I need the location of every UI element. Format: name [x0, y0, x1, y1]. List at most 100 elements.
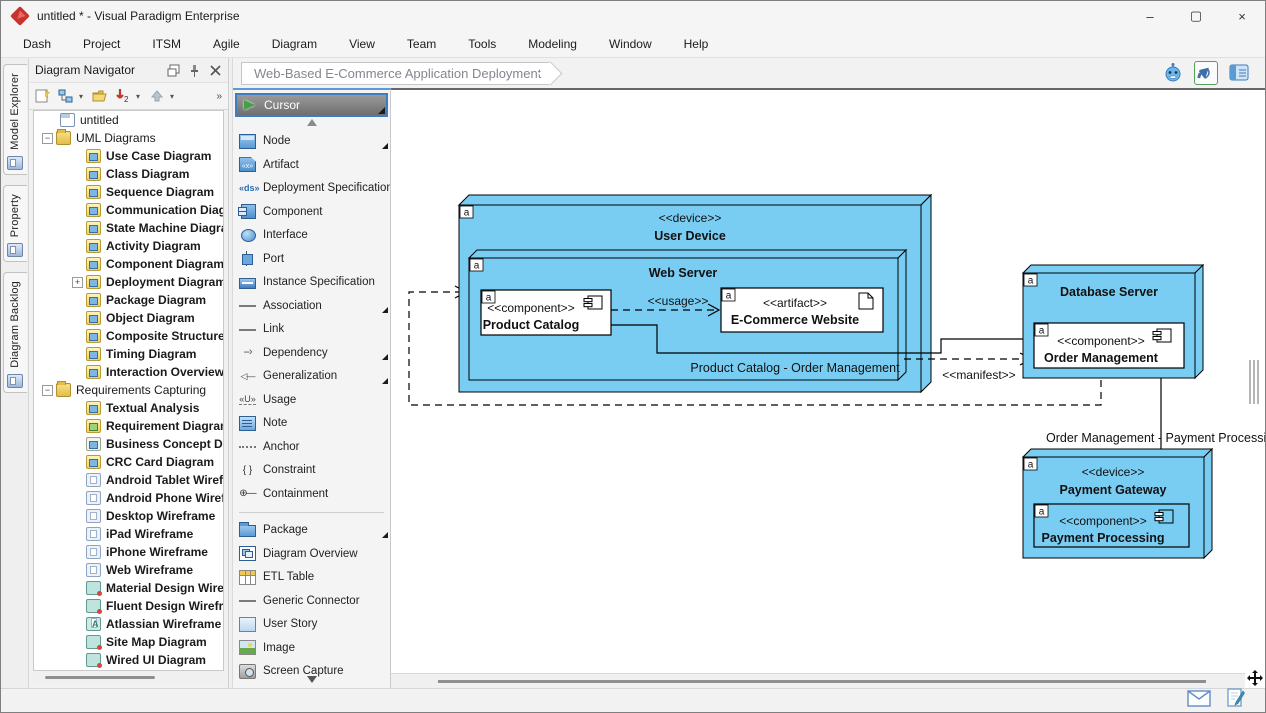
- tree-item[interactable]: Web Wireframe: [34, 561, 223, 579]
- palette-item[interactable]: Usage: [233, 388, 390, 412]
- tree-item[interactable]: CRC Card Diagram: [34, 453, 223, 471]
- artifact-ecommerce-website[interactable]: a <<artifact>> E-Commerce Website: [721, 288, 883, 332]
- palette-item-cursor[interactable]: Cursor: [235, 93, 388, 117]
- palette-item[interactable]: Screen Capture: [233, 660, 390, 684]
- new-diagram-icon[interactable]: [33, 86, 53, 106]
- tree-item[interactable]: Desktop Wireframe: [34, 507, 223, 525]
- tree-expander[interactable]: [42, 385, 53, 396]
- tree-item[interactable]: Communication Diagra: [34, 201, 223, 219]
- palette-item[interactable]: Generalization: [233, 364, 390, 388]
- palette-item[interactable]: Association: [233, 294, 390, 318]
- tree-expander[interactable]: [42, 133, 53, 144]
- tree-item[interactable]: Deployment Diagram: [34, 273, 223, 291]
- float-window-icon[interactable]: [167, 64, 180, 77]
- menu-item[interactable]: Team: [391, 33, 452, 55]
- tree-item[interactable]: Wired UI Diagram: [34, 651, 223, 669]
- tree-item[interactable]: UML Diagrams: [34, 129, 223, 147]
- side-tab[interactable]: Property: [3, 185, 27, 262]
- tree-item[interactable]: Package Diagram: [34, 291, 223, 309]
- menu-item[interactable]: Window: [593, 33, 668, 55]
- diagram-canvas[interactable]: a <<device>> User Device: [391, 88, 1265, 688]
- edit-document-icon[interactable]: [1225, 687, 1247, 713]
- canvas-horizontal-scrollbar[interactable]: [391, 673, 1245, 688]
- tree-item[interactable]: Class Diagram: [34, 165, 223, 183]
- menu-item[interactable]: Help: [668, 33, 725, 55]
- palette-item[interactable]: Generic Connector: [233, 589, 390, 613]
- palette-scroll-up[interactable]: [233, 117, 390, 130]
- palette-item[interactable]: Package: [233, 519, 390, 543]
- palette-item[interactable]: Dependency: [233, 341, 390, 365]
- menu-item[interactable]: Agile: [197, 33, 256, 55]
- sort-icon[interactable]: 2: [113, 86, 133, 106]
- tree-item[interactable]: iPhone Wireframe: [34, 543, 223, 561]
- scrollbar-thumb[interactable]: [45, 676, 155, 679]
- tree-item[interactable]: Interaction Overview: [34, 363, 223, 381]
- component-product-catalog[interactable]: a <<component>> Product Catalog: [481, 290, 611, 335]
- palette-item[interactable]: Image: [233, 636, 390, 660]
- mail-icon[interactable]: [1187, 690, 1211, 712]
- menu-item[interactable]: View: [333, 33, 391, 55]
- close-button[interactable]: ×: [1219, 1, 1265, 31]
- tree-horizontal-scrollbar[interactable]: [33, 671, 224, 684]
- tree-item[interactable]: Android Phone Wirefra: [34, 489, 223, 507]
- pin-icon[interactable]: [188, 64, 201, 77]
- layout-panels-icon[interactable]: [1227, 61, 1251, 85]
- palette-item[interactable]: Port: [233, 247, 390, 271]
- tree-item[interactable]: Fluent Design Wirefra: [34, 597, 223, 615]
- tree-item[interactable]: Use Case Diagram: [34, 147, 223, 165]
- palette-item[interactable]: ETL Table: [233, 566, 390, 590]
- tree-item[interactable]: Object Diagram: [34, 309, 223, 327]
- component-order-management[interactable]: a <<component>> Order Management: [1034, 323, 1184, 368]
- menu-item[interactable]: Diagram: [256, 33, 333, 55]
- palette-item[interactable]: Note: [233, 412, 390, 436]
- model-structure-icon[interactable]: [56, 86, 76, 106]
- palette-item[interactable]: Constraint: [233, 459, 390, 483]
- tree-item[interactable]: Textual Analysis: [34, 399, 223, 417]
- tree-item[interactable]: Component Diagram: [34, 255, 223, 273]
- palette-item[interactable]: Interface: [233, 223, 390, 247]
- tree-item[interactable]: Business Concept Diag: [34, 435, 223, 453]
- palette-item[interactable]: Diagram Overview: [233, 542, 390, 566]
- palette-item[interactable]: Node: [233, 129, 390, 153]
- close-icon[interactable]: [209, 64, 222, 77]
- navigate-up-icon[interactable]: [147, 86, 167, 106]
- open-folder-icon[interactable]: [90, 86, 110, 106]
- menu-item[interactable]: Tools: [452, 33, 512, 55]
- pan-tool-icon[interactable]: [1245, 668, 1265, 688]
- tree-item[interactable]: Timing Diagram: [34, 345, 223, 363]
- palette-item[interactable]: Anchor: [233, 435, 390, 459]
- dropdown-caret[interactable]: ▾: [136, 92, 144, 101]
- tree-expander[interactable]: [72, 277, 83, 288]
- overflow-chevrons[interactable]: »: [216, 91, 224, 102]
- palette-item[interactable]: Component: [233, 200, 390, 224]
- tree-item[interactable]: State Machine Diagram: [34, 219, 223, 237]
- tree-item[interactable]: Site Map Diagram: [34, 633, 223, 651]
- tree-item[interactable]: Activity Diagram: [34, 237, 223, 255]
- tree-item[interactable]: untitled: [34, 111, 223, 129]
- tree-item[interactable]: Requirement Diagram: [34, 417, 223, 435]
- tree-item[interactable]: iPad Wireframe: [34, 525, 223, 543]
- side-tab[interactable]: Diagram Backlog: [3, 272, 27, 393]
- tree-item[interactable]: Composite Structure D: [34, 327, 223, 345]
- side-tab[interactable]: Model Explorer: [3, 64, 27, 175]
- menu-item[interactable]: Dash: [7, 33, 67, 55]
- palette-item[interactable]: Link: [233, 317, 390, 341]
- maximize-button[interactable]: ▢: [1173, 1, 1219, 31]
- scrollbar-thumb[interactable]: [438, 680, 1206, 683]
- menu-item[interactable]: Project: [67, 33, 136, 55]
- palette-item[interactable]: User Story: [233, 613, 390, 637]
- palette-item[interactable]: Artifact: [233, 153, 390, 177]
- dropdown-caret[interactable]: ▾: [79, 92, 87, 101]
- announcement-megaphone-icon[interactable]: [1194, 61, 1218, 85]
- palette-item[interactable]: Containment: [233, 482, 390, 506]
- dropdown-caret[interactable]: ▾: [170, 92, 178, 101]
- palette-item[interactable]: Instance Specification: [233, 270, 390, 294]
- tree-item[interactable]: Android Tablet Wirefra: [34, 471, 223, 489]
- tree-item[interactable]: Requirements Capturing: [34, 381, 223, 399]
- menu-item[interactable]: Modeling: [512, 33, 593, 55]
- tree-item[interactable]: Sequence Diagram: [34, 183, 223, 201]
- palette-item[interactable]: Deployment Specification: [233, 176, 390, 200]
- menu-item[interactable]: ITSM: [136, 33, 197, 55]
- breadcrumb-item-current-diagram[interactable]: Web-Based E-Commerce Application Deploym…: [241, 62, 551, 85]
- tree-item[interactable]: Material Design Wirefr: [34, 579, 223, 597]
